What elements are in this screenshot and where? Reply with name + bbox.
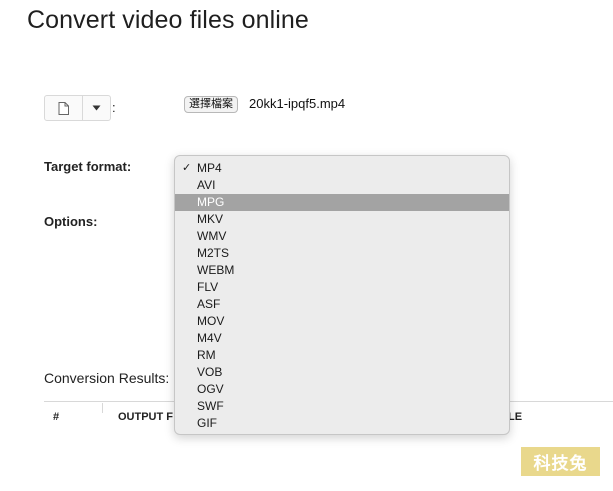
format-option-label: AVI	[197, 178, 216, 192]
file-source-dropdown-toggle[interactable]	[83, 96, 110, 120]
file-source-button-group[interactable]	[44, 95, 111, 121]
target-format-label: Target format:	[44, 159, 132, 174]
format-option-ogv[interactable]: OGV	[175, 381, 509, 398]
format-option-label: MOV	[197, 314, 225, 328]
selected-file-name: 20kk1-ipqf5.mp4	[249, 96, 346, 111]
format-option-gif[interactable]: GIF	[175, 415, 509, 432]
target-format-dropdown-menu[interactable]: ✓ MP4 AVI MPG MKV WMV M2TS WEBM FLV ASF MOV M4V RM VO…	[174, 155, 510, 435]
format-option-label: MPG	[197, 195, 225, 209]
choose-file-button[interactable]: 選擇檔案	[184, 96, 238, 113]
format-option-label: VOB	[197, 365, 223, 379]
format-option-label: M4V	[197, 331, 222, 345]
format-option-mp4[interactable]: ✓ MP4	[175, 160, 509, 177]
format-option-label: RM	[197, 348, 216, 362]
format-option-label: M2TS	[197, 246, 230, 260]
format-option-mov[interactable]: MOV	[175, 313, 509, 330]
format-option-label: WMV	[197, 229, 227, 243]
caret-down-icon	[92, 105, 101, 111]
format-option-m2ts[interactable]: M2TS	[175, 245, 509, 262]
file-source-button[interactable]	[45, 96, 83, 120]
format-option-asf[interactable]: ASF	[175, 296, 509, 313]
file-icon	[58, 101, 69, 115]
checkmark-icon: ✓	[182, 162, 192, 174]
format-option-swf[interactable]: SWF	[175, 398, 509, 415]
file-input-colon: :	[112, 100, 116, 115]
column-header-output-file: OUTPUT F	[118, 411, 173, 423]
column-divider	[102, 403, 103, 413]
format-option-label: MP4	[197, 161, 222, 175]
page-title: Convert video files online	[27, 6, 309, 34]
format-option-m4v[interactable]: M4V	[175, 330, 509, 347]
format-option-label: FLV	[197, 280, 219, 294]
format-option-wmv[interactable]: WMV	[175, 228, 509, 245]
format-option-label: ASF	[197, 297, 221, 311]
format-option-mpg[interactable]: MPG	[175, 194, 509, 211]
conversion-results-label: Conversion Results:	[44, 370, 170, 386]
column-header-partial: LE	[508, 411, 523, 423]
format-option-mkv[interactable]: MKV	[175, 211, 509, 228]
format-option-rm[interactable]: RM	[175, 347, 509, 364]
format-option-label: GIF	[197, 416, 217, 430]
options-label: Options:	[44, 214, 98, 229]
format-option-label: SWF	[197, 399, 224, 413]
format-option-label: WEBM	[197, 263, 235, 277]
watermark-logo: 科技兔	[521, 447, 600, 476]
format-option-label: MKV	[197, 212, 224, 226]
format-option-label: OGV	[197, 382, 224, 396]
format-option-vob[interactable]: VOB	[175, 364, 509, 381]
column-header-index: #	[53, 411, 60, 423]
page: Convert video files online : 選擇檔案 20kk1-…	[0, 0, 613, 491]
format-option-avi[interactable]: AVI	[175, 177, 509, 194]
format-option-flv[interactable]: FLV	[175, 279, 509, 296]
format-option-webm[interactable]: WEBM	[175, 262, 509, 279]
